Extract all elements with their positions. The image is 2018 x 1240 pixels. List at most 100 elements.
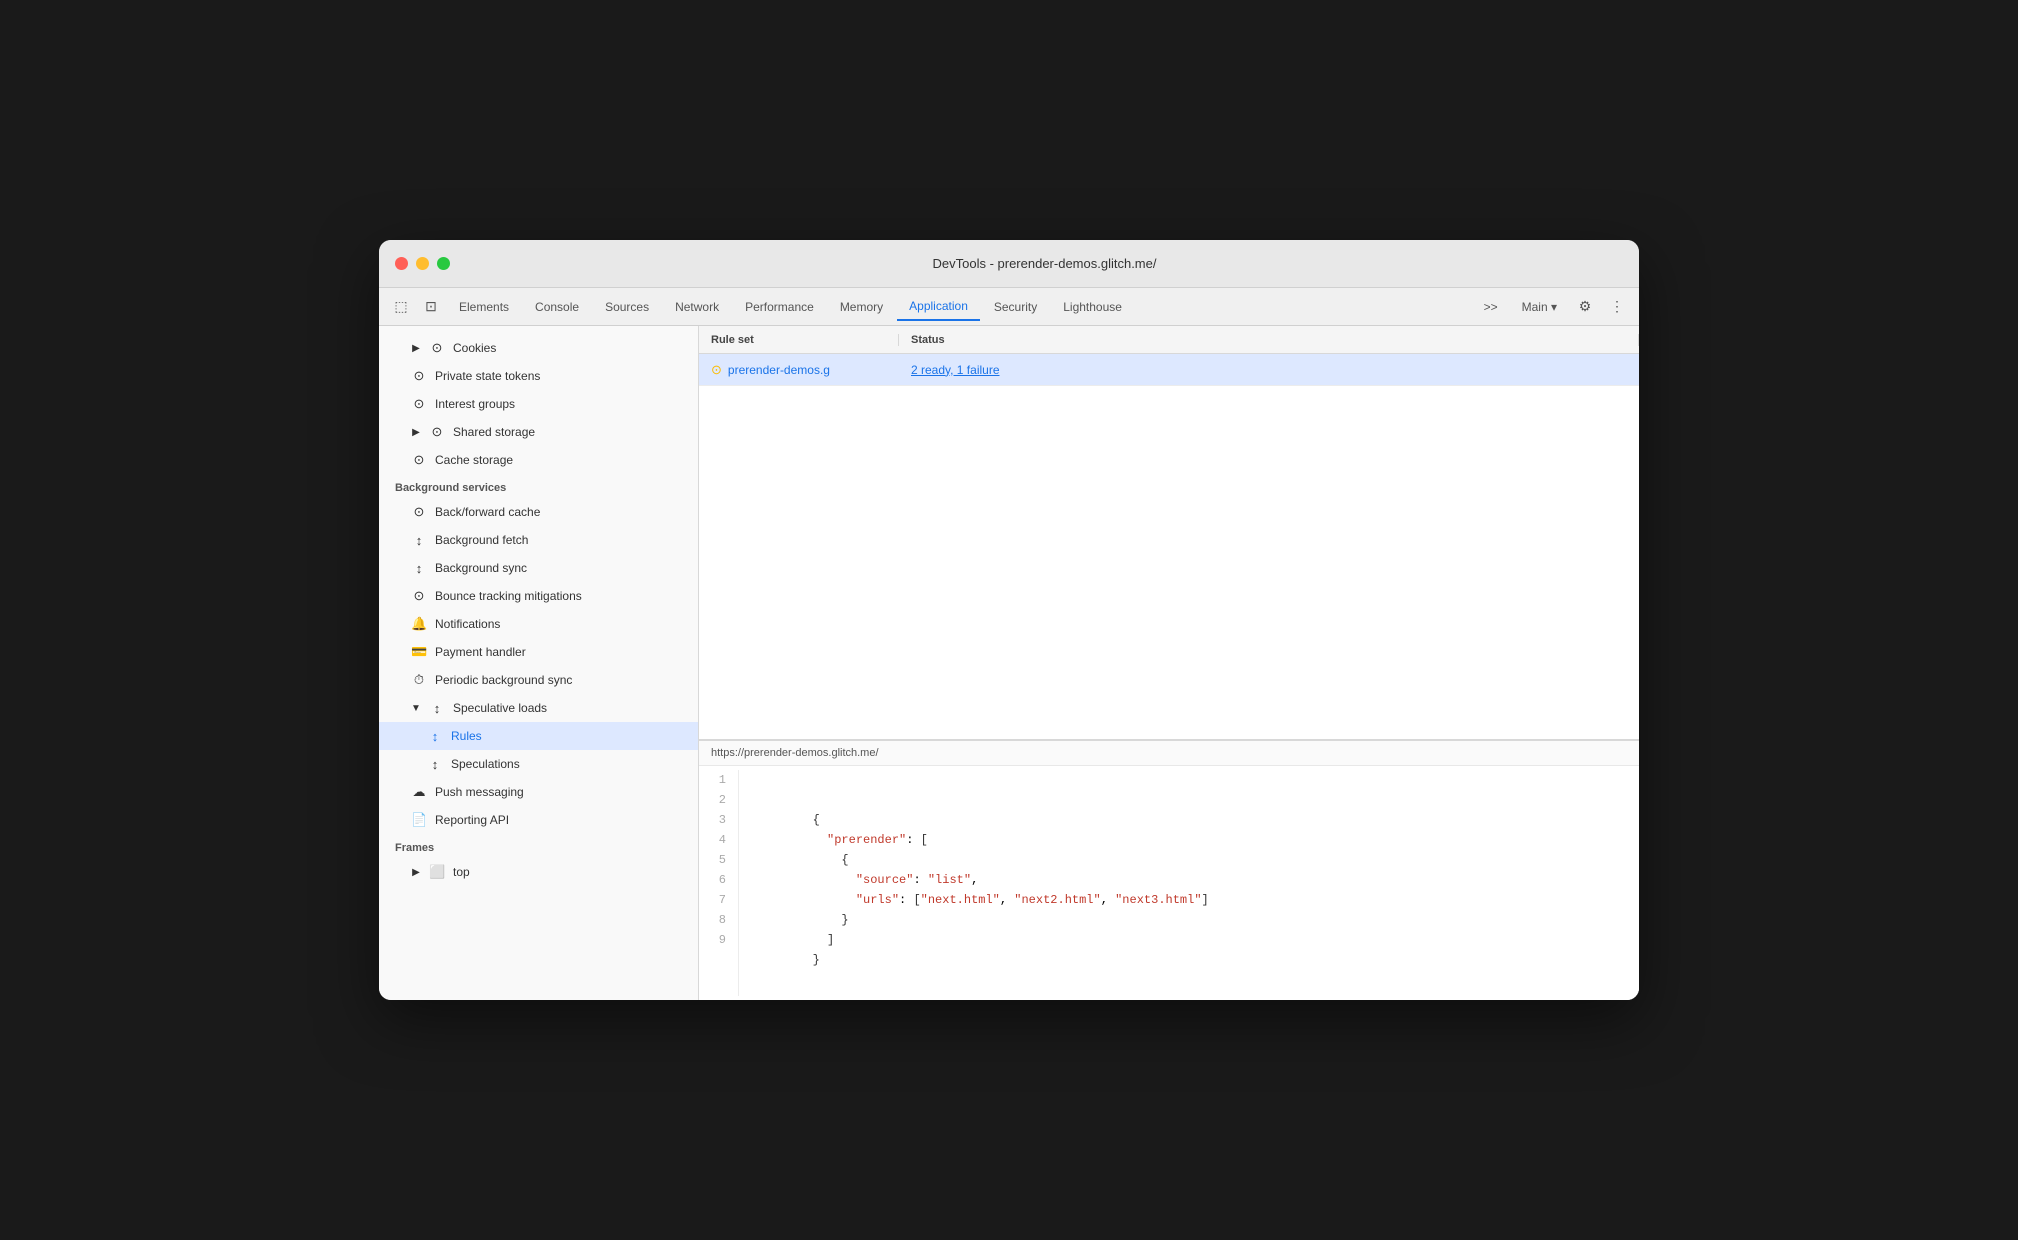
main-dropdown[interactable]: Main ▾ — [1512, 296, 1567, 318]
status-link[interactable]: 2 ready, 1 failure — [911, 363, 1000, 377]
section-label-frames: Frames — [379, 834, 698, 858]
sidebar-item-background-sync[interactable]: ↕ Background sync — [379, 554, 698, 582]
tab-network[interactable]: Network — [663, 293, 731, 321]
sidebar-item-notifications[interactable]: 🔔 Notifications — [379, 610, 698, 638]
code-area: https://prerender-demos.glitch.me/ 1 2 3… — [699, 740, 1639, 1000]
inspect-icon[interactable]: ⬚ — [387, 293, 415, 321]
sidebar-item-cookies[interactable]: ▶ ⊙ Cookies — [379, 334, 698, 362]
sidebar-label-periodic-background-sync: Periodic background sync — [435, 673, 572, 687]
document-icon: 📄 — [411, 812, 427, 828]
sidebar-item-speculative-loads[interactable]: ▼ ↕ Speculative loads — [379, 694, 698, 722]
settings-icon[interactable]: ⚙ — [1571, 293, 1599, 321]
maximize-button[interactable] — [437, 257, 450, 270]
sidebar: ▶ ⊙ Cookies ⊙ Private state tokens ⊙ Int… — [379, 326, 699, 1000]
sidebar-item-interest-groups[interactable]: ⊙ Interest groups — [379, 390, 698, 418]
sidebar-item-bounce-tracking[interactable]: ⊙ Bounce tracking mitigations — [379, 582, 698, 610]
chevron-right-icon: ▶ — [411, 867, 421, 878]
sidebar-item-payment-handler[interactable]: 💳 Payment handler — [379, 638, 698, 666]
tab-lighthouse[interactable]: Lighthouse — [1051, 293, 1134, 321]
sidebar-label-private-state-tokens: Private state tokens — [435, 369, 540, 383]
table-cell-status: 2 ready, 1 failure — [899, 363, 1639, 377]
sidebar-label-top: top — [453, 865, 470, 879]
sidebar-item-speculations[interactable]: ↕ Speculations — [379, 750, 698, 778]
database-icon: ⊙ — [411, 452, 427, 468]
table-header: Rule set Status — [699, 326, 1639, 354]
window-title: DevTools - prerender-demos.glitch.me/ — [466, 256, 1623, 271]
tab-memory[interactable]: Memory — [828, 293, 895, 321]
tab-sources[interactable]: Sources — [593, 293, 661, 321]
database-icon: ⊙ — [411, 504, 427, 520]
content-area: Rule set Status ⊙ prerender-demos.g 2 re… — [699, 326, 1639, 1000]
sync-icon: ↕ — [427, 757, 443, 772]
traffic-lights — [395, 257, 450, 270]
sidebar-item-push-messaging[interactable]: ☁ Push messaging — [379, 778, 698, 806]
sidebar-item-private-state-tokens[interactable]: ⊙ Private state tokens — [379, 362, 698, 390]
minimize-button[interactable] — [416, 257, 429, 270]
clock-icon: ⏱ — [411, 672, 427, 688]
chevron-down-icon: ▼ — [411, 703, 421, 714]
sidebar-label-cookies: Cookies — [453, 341, 496, 355]
sidebar-label-payment-handler: Payment handler — [435, 645, 526, 659]
title-bar: DevTools - prerender-demos.glitch.me/ — [379, 240, 1639, 288]
line-numbers: 1 2 3 4 5 6 7 8 9 — [699, 770, 739, 996]
sync-icon: ↕ — [411, 561, 427, 576]
column-header-status: Status — [899, 334, 1639, 346]
cloud-icon: ☁ — [411, 784, 427, 800]
sidebar-item-periodic-background-sync[interactable]: ⏱ Periodic background sync — [379, 666, 698, 694]
sidebar-label-background-fetch: Background fetch — [435, 533, 528, 547]
sidebar-item-rules[interactable]: ↕ Rules — [379, 722, 698, 750]
sidebar-label-notifications: Notifications — [435, 617, 500, 631]
column-header-rule-set: Rule set — [699, 334, 899, 346]
rule-set-link[interactable]: prerender-demos.g — [728, 363, 830, 377]
sidebar-label-bounce-tracking: Bounce tracking mitigations — [435, 589, 582, 603]
code-url: https://prerender-demos.glitch.me/ — [699, 741, 1639, 766]
more-menu-icon[interactable]: ⋮ — [1603, 293, 1631, 321]
code-content: { "prerender": [ { "source": "list", "ur… — [739, 770, 1225, 996]
warning-icon: ⊙ — [711, 362, 722, 378]
code-body: 1 2 3 4 5 6 7 8 9 { "prerender": [ { — [699, 766, 1639, 1000]
chevron-right-icon: ▶ — [411, 343, 421, 354]
database-icon: ⊙ — [411, 588, 427, 604]
bell-icon: 🔔 — [411, 616, 427, 632]
database-icon: ⊙ — [429, 424, 445, 440]
sidebar-label-speculations: Speculations — [451, 757, 520, 771]
sidebar-label-background-sync: Background sync — [435, 561, 527, 575]
close-button[interactable] — [395, 257, 408, 270]
sidebar-item-background-fetch[interactable]: ↕ Background fetch — [379, 526, 698, 554]
sidebar-label-push-messaging: Push messaging — [435, 785, 524, 799]
devtools-window: DevTools - prerender-demos.glitch.me/ ⬚ … — [379, 240, 1639, 1000]
table-cell-rule-set: ⊙ prerender-demos.g — [699, 362, 899, 378]
frame-icon: ⬜ — [429, 864, 445, 880]
tab-application[interactable]: Application — [897, 293, 980, 321]
sidebar-label-shared-storage: Shared storage — [453, 425, 535, 439]
sidebar-item-top[interactable]: ▶ ⬜ top — [379, 858, 698, 886]
sidebar-item-reporting-api[interactable]: 📄 Reporting API — [379, 806, 698, 834]
sidebar-item-shared-storage[interactable]: ▶ ⊙ Shared storage — [379, 418, 698, 446]
chevron-right-icon: ▶ — [411, 427, 421, 438]
tab-bar: ⬚ ⊡ Elements Console Sources Network Per… — [379, 288, 1639, 326]
tab-right-controls: >> Main ▾ ⚙ ⋮ — [1474, 293, 1631, 321]
card-icon: 💳 — [411, 644, 427, 660]
table-row[interactable]: ⊙ prerender-demos.g 2 ready, 1 failure — [699, 354, 1639, 386]
table-area: Rule set Status ⊙ prerender-demos.g 2 re… — [699, 326, 1639, 740]
tab-performance[interactable]: Performance — [733, 293, 826, 321]
database-icon: ⊙ — [411, 368, 427, 384]
main-area: ▶ ⊙ Cookies ⊙ Private state tokens ⊙ Int… — [379, 326, 1639, 1000]
sync-icon: ↕ — [429, 701, 445, 716]
sidebar-item-back-forward-cache[interactable]: ⊙ Back/forward cache — [379, 498, 698, 526]
device-icon[interactable]: ⊡ — [417, 293, 445, 321]
tab-console[interactable]: Console — [523, 293, 591, 321]
sidebar-label-cache-storage: Cache storage — [435, 453, 513, 467]
sidebar-item-cache-storage[interactable]: ⊙ Cache storage — [379, 446, 698, 474]
sync-icon: ↕ — [411, 533, 427, 548]
sidebar-label-interest-groups: Interest groups — [435, 397, 515, 411]
sidebar-label-back-forward-cache: Back/forward cache — [435, 505, 540, 519]
more-tabs-button[interactable]: >> — [1474, 296, 1508, 318]
database-icon: ⊙ — [411, 396, 427, 412]
section-label-background-services: Background services — [379, 474, 698, 498]
sidebar-label-speculative-loads: Speculative loads — [453, 701, 547, 715]
sidebar-label-reporting-api: Reporting API — [435, 813, 509, 827]
sync-icon: ↕ — [427, 729, 443, 744]
tab-security[interactable]: Security — [982, 293, 1049, 321]
tab-elements[interactable]: Elements — [447, 293, 521, 321]
